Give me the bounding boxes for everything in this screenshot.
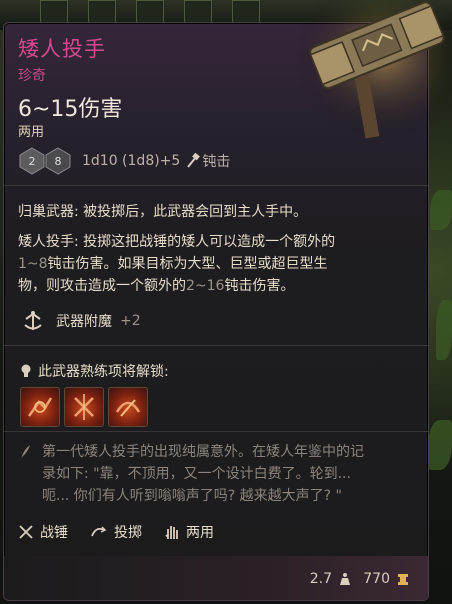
property-text: 钝击伤害。如果目标为大型、巨型或超巨型生	[47, 256, 328, 272]
property-text: 物，则攻击造成一个额外的	[18, 278, 186, 294]
flavor-line: 第一代矮人投手的出现纯属意外。在矮人年鉴中的记	[42, 444, 364, 460]
foliage	[428, 420, 452, 470]
tag-label: 战锤	[40, 525, 68, 541]
item-price: 770	[363, 571, 410, 587]
dice-face-1: 2	[29, 155, 36, 168]
weight-icon	[340, 573, 350, 585]
dice-face-2: 8	[55, 155, 62, 168]
property-label: 矮人投手:	[18, 234, 79, 250]
weapon-action-icon[interactable]	[64, 387, 104, 427]
tag-label: 两用	[186, 525, 214, 541]
hand-icon	[165, 526, 178, 539]
property-dwarven-thrower: 矮人投手: 投掷这把战锤的矮人可以造成一个额外的 1~8钝击伤害。如果目标为大型…	[18, 231, 418, 297]
crossed-weapons-icon	[19, 525, 33, 539]
enchantment-value: +2	[120, 313, 141, 329]
property-damage: 1~8	[18, 256, 48, 272]
damage-type: 钝击	[202, 154, 231, 170]
item-handedness: 两用	[18, 125, 45, 140]
property-homecoming: 归巢武器: 被投掷后，此武器会回到主人手中。	[18, 201, 418, 223]
item-weight: 2.7	[310, 571, 352, 587]
flavor-text: 第一代矮人投手的出现纯属意外。在矮人年鉴中的记 录如下: "靠，不顶用，又一个设…	[42, 441, 422, 507]
enchantment-label: 武器附魔	[56, 314, 112, 330]
foliage	[436, 300, 452, 360]
property-damage: 2~16	[186, 278, 225, 294]
divider	[4, 431, 428, 432]
enchantment-icon	[22, 310, 44, 332]
lightbulb-icon	[20, 363, 32, 379]
property-text: 投掷这把战锤的矮人可以造成一个额外的	[78, 234, 336, 250]
property-text: 钝击伤害。	[224, 278, 295, 294]
weapon-action-icon[interactable]	[20, 387, 60, 427]
proficiency-unlock: 此武器熟练项将解锁:	[20, 361, 169, 381]
dice-row: 2 8 1d10 (1d8)+5 钝击	[18, 145, 230, 177]
tooltip-footer: 2.7 770	[4, 556, 428, 600]
foliage	[430, 190, 452, 230]
property-text: 被投掷后，此武器会回到主人手中。	[78, 204, 308, 220]
action-list	[20, 387, 148, 427]
property-label: 归巢武器:	[18, 204, 79, 220]
item-damage: 6~15伤害	[18, 97, 123, 122]
flavor-line: 录如下: "靠，不顶用，又一个设计白费了。轮到...	[42, 466, 351, 482]
weight-value: 2.7	[309, 571, 332, 587]
throw-icon	[91, 526, 107, 537]
warhammer-icon	[300, 0, 452, 140]
dice-icon: 2 8	[18, 146, 74, 176]
item-rarity: 珍奇	[18, 68, 46, 84]
proficiency-label: 此武器熟练项将解锁:	[38, 364, 169, 380]
divider	[4, 185, 428, 186]
item-name: 矮人投手	[18, 37, 106, 61]
weapon-tags: 战锤 投掷 两用	[18, 522, 236, 542]
quill-icon	[18, 443, 32, 461]
flavor-line: 呃... 你们有人听到嗡嗡声了吗? 越来越大声了? "	[42, 488, 343, 504]
tag-label: 投掷	[114, 525, 142, 541]
enchantment-row: 武器附魔 +2	[22, 310, 141, 332]
bludgeon-icon	[186, 153, 201, 169]
divider	[4, 345, 428, 346]
tag-versatile: 两用	[164, 522, 214, 542]
tag-warhammer: 战锤	[18, 522, 68, 542]
weapon-action-icon[interactable]	[108, 387, 148, 427]
price-value: 770	[363, 571, 390, 587]
dice-formula: 1d10 (1d8)+5	[82, 153, 181, 169]
tag-thrown: 投掷	[90, 522, 142, 542]
gold-icon	[398, 574, 408, 585]
